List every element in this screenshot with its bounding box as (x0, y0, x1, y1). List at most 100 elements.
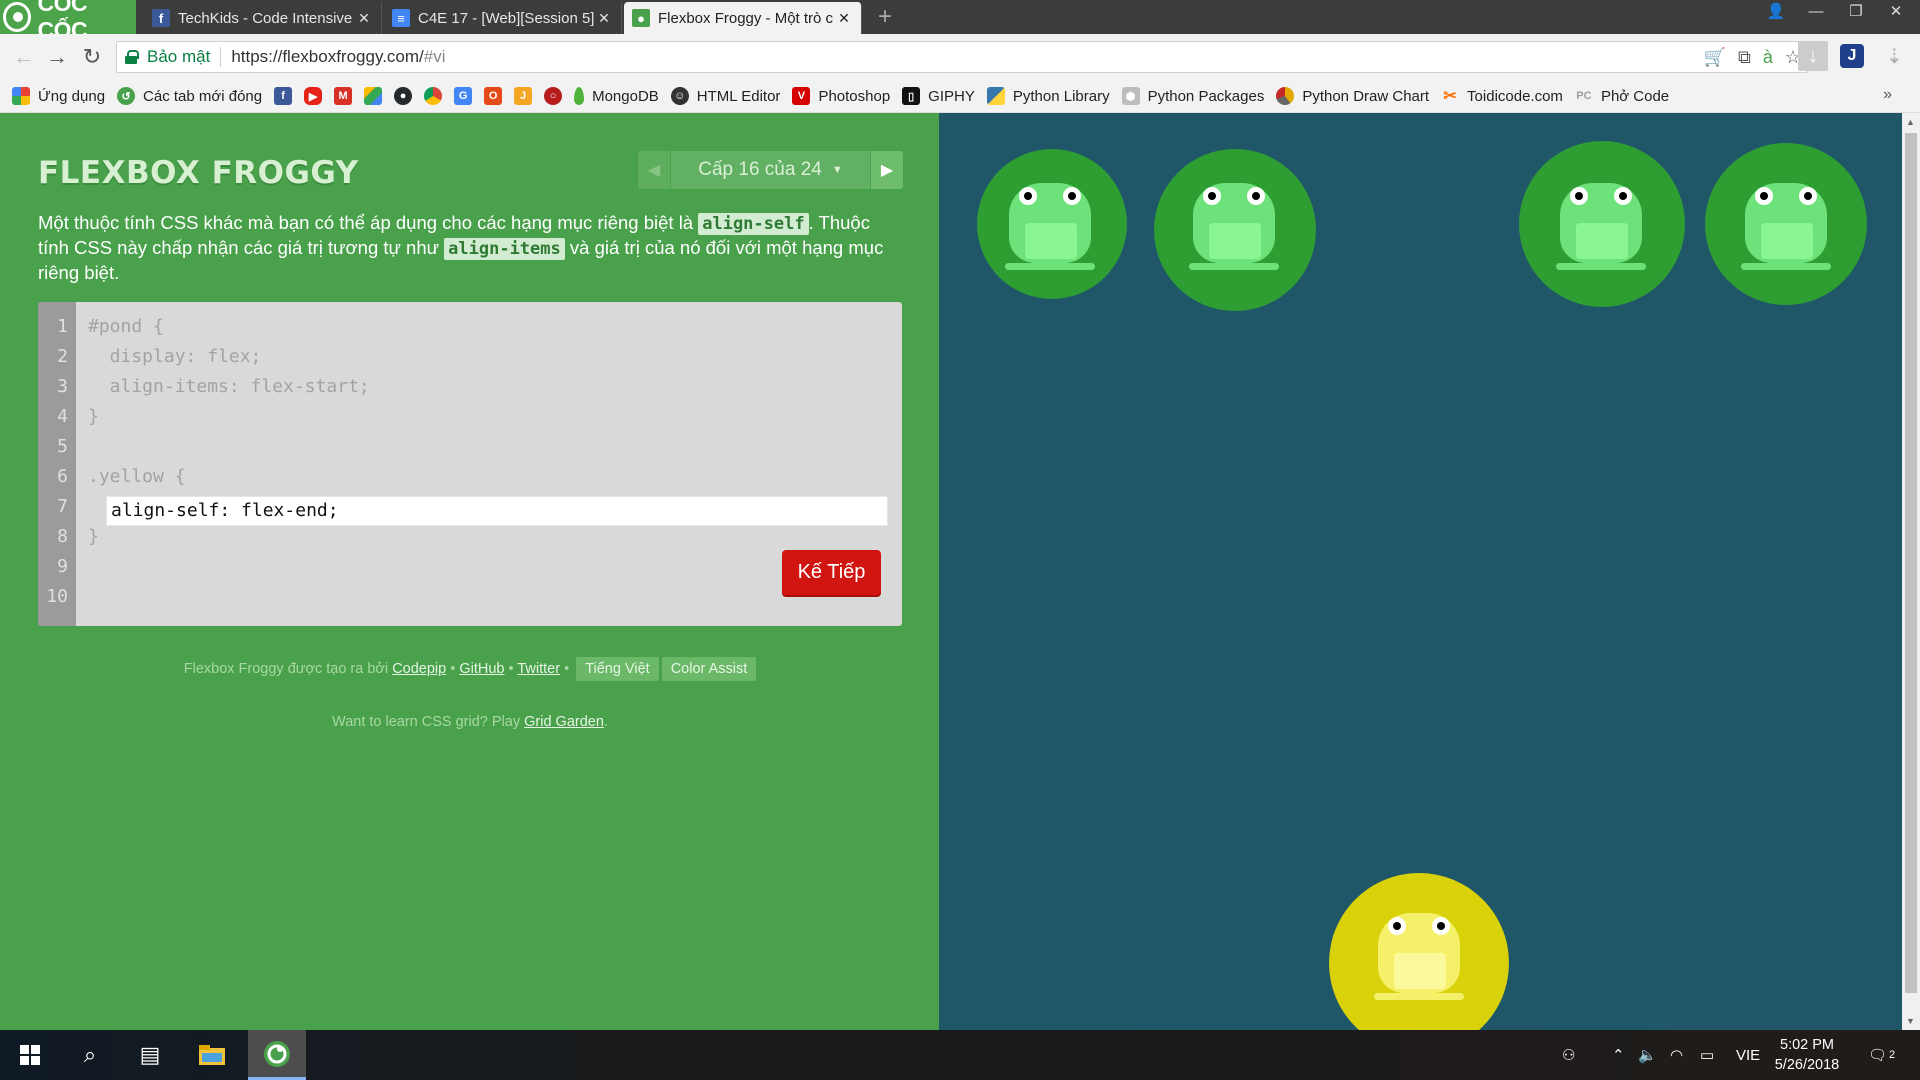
task-view-icon[interactable]: ▤ (126, 1030, 174, 1080)
recent-tabs-icon: ↺ (117, 87, 136, 105)
close-window-button[interactable]: ✕ (1876, 0, 1916, 28)
bookmark-giphy[interactable]: ▯ GIPHY (902, 87, 975, 105)
close-icon[interactable]: ✕ (595, 10, 613, 27)
search-icon[interactable]: ⌕ (66, 1030, 114, 1080)
code-line: .yellow { (88, 466, 186, 487)
bookmark-python-packages[interactable]: ⬢ Python Packages (1121, 87, 1265, 105)
gmail-icon: M (334, 87, 353, 105)
code-line: #pond { (88, 316, 164, 337)
bookmark-label: Python Packages (1147, 87, 1265, 105)
promo-text: . (603, 714, 608, 730)
instructions-text: Một thuộc tính CSS khác mà bạn có thể áp… (38, 212, 699, 233)
toidicode-icon: ✂ (1443, 88, 1457, 105)
tab-c4e[interactable]: ≡ C4E 17 - [Web][Session 5] ✕ (384, 2, 622, 34)
language-button[interactable]: Tiếng Việt (576, 657, 659, 681)
line-number-gutter: 1 2 3 4 5 6 7 8 9 10 (38, 302, 76, 626)
url-hash: #vi (423, 47, 446, 66)
sidebar-panel: FLEXBOX FROGGY ◀ Cấp 16 của 24 ▼ ▶ Một t… (0, 113, 939, 1030)
html-editor-icon: ☺ (670, 87, 689, 105)
bookmark-phocode[interactable]: PC Phở Code (1575, 87, 1669, 105)
next-button[interactable]: Kế Tiếp (782, 550, 881, 595)
more-bookmarks-icon[interactable]: » (1883, 86, 1892, 104)
bookmark-html-editor[interactable]: ☺ HTML Editor (670, 87, 780, 105)
close-icon[interactable]: ✕ (355, 10, 373, 27)
bookmark-office[interactable]: O (484, 87, 503, 105)
system-clock[interactable]: 5:02 PM 5/26/2018 (1762, 1035, 1852, 1075)
back-button[interactable]: ← (10, 43, 38, 71)
profile-icon[interactable]: 👤 (1756, 0, 1796, 28)
line-number: 2 (57, 346, 68, 367)
extension-icon[interactable]: J (1840, 44, 1864, 68)
new-tab-button[interactable]: + (872, 2, 898, 32)
bookmark-python-draw-chart[interactable]: Python Draw Chart (1276, 87, 1429, 105)
bookmark-recent-tabs[interactable]: ↺ Các tab mới đóng (117, 87, 262, 105)
bookmark-translate[interactable]: G (454, 87, 473, 105)
browser-brand[interactable]: CỐC CỐC (0, 0, 136, 43)
input-language[interactable]: VIE (1736, 1030, 1760, 1080)
codepip-link[interactable]: Codepip (392, 661, 446, 677)
drive-icon (364, 87, 383, 105)
promo-text: Want to learn CSS grid? Play (332, 714, 525, 730)
download-button[interactable]: ↓ (1798, 41, 1828, 71)
reload-button[interactable]: ↻ (78, 43, 106, 71)
notification-center[interactable]: 🗨 2 (1868, 1030, 1895, 1080)
level-select[interactable]: Cấp 16 của 24 ▼ (671, 151, 870, 189)
people-icon[interactable]: ⚇ (1562, 1030, 1575, 1080)
page-scrollbar[interactable]: ▲ ▼ (1902, 113, 1920, 1030)
bookmark-jira[interactable]: J (514, 87, 533, 105)
tab-techkids[interactable]: f TechKids - Code Intensive ✕ (144, 2, 382, 34)
bookmark-photoshop[interactable]: V Photoshop (792, 87, 890, 105)
forward-button[interactable]: → (43, 43, 71, 71)
chart-icon (1276, 87, 1295, 105)
close-icon[interactable]: ✕ (835, 10, 853, 27)
restore-button[interactable]: ❐ (1836, 0, 1876, 28)
bookmark-toidicode[interactable]: ✂ Toidicode.com (1441, 87, 1563, 106)
vietnamese-input-icon[interactable]: à (1763, 47, 1773, 68)
translate-icon[interactable]: ⧉ (1738, 47, 1751, 68)
volume-icon[interactable]: 🔈 (1638, 1030, 1657, 1080)
color-assist-button[interactable]: Color Assist (661, 657, 757, 681)
search-red-icon: ○ (544, 87, 563, 105)
bookmark-chrome[interactable] (424, 87, 443, 105)
address-bar[interactable]: Bảo mật https://flexboxfroggy.com/#vi 🛒 … (116, 41, 1808, 73)
wifi-icon[interactable]: ◠ (1670, 1030, 1683, 1080)
scroll-thumb[interactable] (1905, 133, 1917, 993)
css-answer-input[interactable]: align-self: flex-end; (106, 496, 888, 526)
bookmark-youtube[interactable]: ▶ (304, 87, 323, 105)
frog-icon: ● (632, 9, 650, 27)
scroll-up-icon[interactable]: ▲ (1906, 117, 1915, 127)
tab-flexbox-froggy[interactable]: ● Flexbox Froggy - Một trò c ✕ (624, 2, 862, 34)
coccoc-taskbar-icon[interactable] (248, 1030, 306, 1080)
code-editor: 1 2 3 4 5 6 7 8 9 10 #pond { display: fl… (38, 302, 902, 626)
secure-label: Bảo mật (147, 47, 211, 66)
bookmark-facebook[interactable]: f (274, 87, 293, 105)
battery-icon[interactable]: ▭ (1700, 1030, 1714, 1080)
bookmark-mongodb[interactable]: MongoDB (574, 87, 659, 105)
github-link[interactable]: GitHub (459, 661, 504, 677)
youtube-icon: ▶ (304, 87, 323, 105)
bookmark-search[interactable]: ○ (544, 87, 563, 105)
next-level-button[interactable]: ▶ (871, 151, 903, 189)
previous-level-button[interactable]: ◀ (638, 151, 670, 189)
chrome-icon (424, 87, 443, 105)
bookmark-python-library[interactable]: Python Library (986, 87, 1110, 105)
lock-icon (125, 50, 139, 64)
bookmark-github[interactable]: ● (394, 87, 413, 105)
menu-download-icon[interactable]: ⇣ (1886, 44, 1903, 69)
tray-overflow-icon[interactable]: ⌃ (1612, 1030, 1625, 1080)
bookmark-gmail[interactable]: M (334, 87, 353, 105)
minimize-button[interactable]: — (1796, 0, 1836, 28)
file-explorer-icon[interactable] (188, 1030, 236, 1080)
office-icon: O (484, 87, 503, 105)
windows-start-icon[interactable] (6, 1030, 54, 1080)
coccoc-logo-icon (3, 2, 32, 32)
twitter-link[interactable]: Twitter (517, 661, 560, 677)
bookmark-apps[interactable]: Ứng dụng (12, 87, 105, 105)
scroll-down-icon[interactable]: ▼ (1906, 1016, 1915, 1026)
apps-icon (12, 87, 30, 105)
code-line: } (88, 526, 99, 547)
grid-garden-link[interactable]: Grid Garden (524, 714, 604, 730)
line-number: 10 (46, 586, 68, 607)
bookmark-drive[interactable] (364, 87, 383, 105)
cart-icon[interactable]: 🛒 (1704, 47, 1726, 68)
